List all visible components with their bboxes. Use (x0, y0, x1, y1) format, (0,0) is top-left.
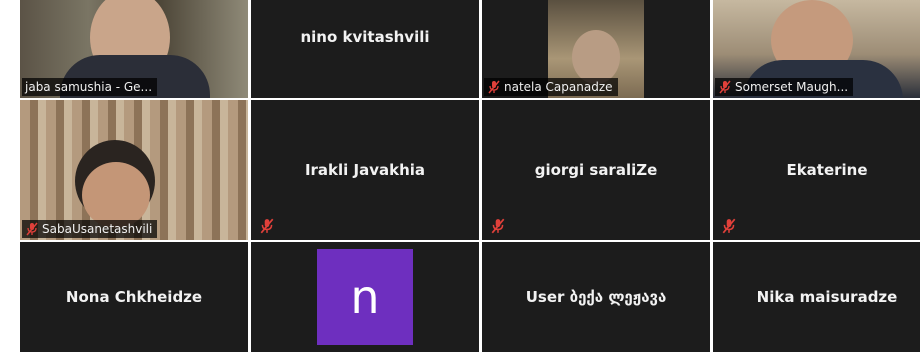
participant-name: nino kvitashvili (300, 28, 430, 46)
participant-tile-nona[interactable]: Nona Chkheidze (20, 242, 248, 352)
participant-name-tag: jaba samushia - Ge... (22, 78, 158, 96)
avatar-initial: n (350, 270, 380, 324)
participant-tile-n[interactable]: n (251, 242, 479, 352)
gallery-grid: jaba samushia - Ge... nino kvitashvili n… (0, 0, 920, 352)
participant-name: Nika maisuradze (756, 288, 898, 306)
participant-name: giorgi saraliZe (534, 161, 658, 179)
participant-tile-giorgi[interactable]: giorgi saraliZe (482, 100, 710, 240)
participant-name-tag: SabaUsanetashvili (22, 220, 158, 238)
participant-name: User ბექა ლეჟავა (525, 288, 667, 306)
participant-face (572, 30, 620, 84)
participant-tile-somerset[interactable]: Somerset Maugh... (713, 0, 920, 98)
participant-name: natela Capanadze (504, 80, 613, 94)
participant-name: Nona Chkheidze (65, 288, 203, 306)
participant-name: jaba samushia - Ge... (25, 80, 153, 94)
muted-microphone-icon (722, 218, 736, 234)
participant-name: SabaUsanetashvili (42, 222, 153, 236)
participant-name: Ekaterine (786, 161, 868, 179)
participant-name-tag: Somerset Maugh... (715, 78, 854, 96)
participant-tile-natela[interactable]: natela Capanadze (482, 0, 710, 98)
muted-microphone-icon (260, 218, 274, 234)
avatar: n (317, 249, 413, 345)
participant-tile-user[interactable]: User ბექა ლეჟავა (482, 242, 710, 352)
muted-microphone-icon (488, 80, 500, 94)
muted-microphone-icon (491, 218, 505, 234)
participant-tile-saba[interactable]: SabaUsanetashvili (20, 100, 248, 240)
muted-microphone-icon (719, 80, 731, 94)
participant-name: Somerset Maugh... (735, 80, 849, 94)
participant-face (82, 162, 150, 228)
participant-tile-jaba[interactable]: jaba samushia - Ge... (20, 0, 248, 98)
participant-tile-irakli[interactable]: Irakli Javakhia (251, 100, 479, 240)
participant-tile-nino[interactable]: nino kvitashvili (251, 0, 479, 98)
participant-name-tag: natela Capanadze (484, 78, 618, 96)
muted-microphone-icon (26, 222, 38, 236)
participant-name: Irakli Javakhia (304, 161, 426, 179)
video-feed (20, 100, 248, 240)
participant-tile-nika[interactable]: Nika maisuradze (713, 242, 920, 352)
participant-tile-ekaterine[interactable]: Ekaterine (713, 100, 920, 240)
